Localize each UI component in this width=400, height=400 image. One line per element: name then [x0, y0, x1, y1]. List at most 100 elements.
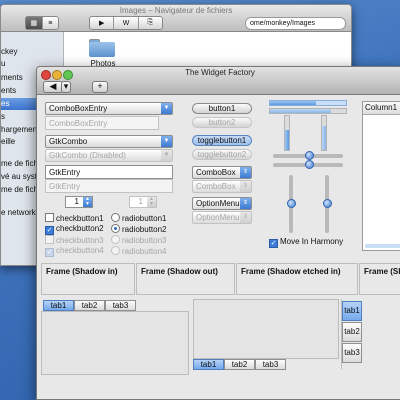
- checkbox-icon: [45, 235, 54, 244]
- move-in-harmony-check[interactable]: ✓ Move In Harmony: [269, 237, 344, 248]
- widget-factory-titlebar: The Widget Factory ◀ ▾ +: [37, 67, 400, 95]
- checkbox-icon[interactable]: [45, 213, 54, 222]
- togglebutton1[interactable]: togglebutton1: [192, 135, 252, 146]
- spin-value[interactable]: 1: [75, 197, 79, 206]
- combo-box-entry[interactable]: ComboBoxEntry ▼: [45, 102, 173, 115]
- optionmenu-disabled: OptionMenu ⇕: [192, 211, 252, 224]
- folder-icon[interactable]: [89, 39, 115, 57]
- combo-box-entry-disabled: ComboBoxEntry: [45, 116, 159, 130]
- window-title: The Widget Factory: [185, 68, 255, 77]
- chevron-down-icon: ⇕: [240, 212, 251, 223]
- tree-scrollbar[interactable]: [365, 244, 400, 248]
- radio-icon: [111, 235, 120, 244]
- vscale-knob[interactable]: [287, 199, 296, 208]
- combobox-disabled: ComboBox ⇕: [192, 180, 252, 193]
- checkbutton-label: checkbutton4: [56, 246, 104, 255]
- tree-view[interactable]: Column1: [362, 101, 400, 251]
- gtk-combo-disabled-text: GtkCombo (Disabled): [49, 151, 126, 160]
- play-icon[interactable]: ▶: [90, 17, 115, 29]
- optionmenu-text[interactable]: OptionMenu: [196, 199, 240, 208]
- tab-2-top[interactable]: tab2: [74, 300, 105, 311]
- chevron-down-icon[interactable]: ⇕: [240, 198, 251, 209]
- spin-button[interactable]: 1 ▲ ▼: [65, 196, 93, 208]
- checkbutton-label: checkbutton3: [56, 236, 104, 245]
- radiobutton1[interactable]: radiobutton1: [111, 213, 166, 223]
- frame-shadow-in: Frame (Shadow in): [41, 263, 135, 295]
- combobox-text[interactable]: ComboBox: [196, 168, 236, 177]
- radio-icon[interactable]: [111, 213, 120, 222]
- radio-icon: [111, 246, 120, 255]
- checkbox-checked-icon[interactable]: ✓: [45, 226, 54, 235]
- add-button[interactable]: +: [92, 81, 108, 93]
- button1[interactable]: button1: [192, 103, 252, 114]
- checkbutton2[interactable]: ✓ checkbutton2: [45, 224, 104, 235]
- slideshow-icon[interactable]: W: [114, 17, 139, 29]
- frame-label: Frame (Shadow etched in): [241, 267, 341, 276]
- stepper-icon[interactable]: ▲ ▼: [83, 197, 92, 207]
- toolbar-buttons: ▶ W ⎘: [89, 16, 163, 30]
- list-view-icon[interactable]: ≡: [43, 17, 59, 29]
- tab-3-side[interactable]: tab3: [342, 343, 362, 363]
- chevron-down-icon[interactable]: ⇕: [240, 167, 251, 178]
- checkbox-checked-icon[interactable]: ✓: [269, 239, 278, 248]
- horizontal-progressbar: [269, 100, 347, 106]
- icon-view-icon[interactable]: ▦: [26, 17, 43, 29]
- checkbutton-label: checkbutton1: [56, 214, 104, 223]
- optionmenu-disabled-text: OptionMenu: [196, 213, 240, 222]
- widget-factory-window: The Widget Factory ◀ ▾ + ComboBoxEntry ▼…: [36, 66, 400, 400]
- frame-label: Frame (Shadow out): [141, 267, 218, 276]
- hscale-knob-2[interactable]: [305, 160, 314, 169]
- tab-1-bottom[interactable]: tab1: [193, 359, 224, 370]
- gtk-entry[interactable]: GtkEntry: [45, 165, 173, 179]
- vertical-progressbar: [284, 115, 290, 151]
- radiobutton-label: radiobutton4: [122, 247, 167, 256]
- gtk-combo[interactable]: GtkCombo ▼: [45, 135, 173, 148]
- radiobutton-label: radiobutton2: [122, 225, 167, 234]
- edit-icon[interactable]: ⎘: [139, 17, 162, 29]
- view-switcher[interactable]: ▦ ≡: [25, 16, 59, 30]
- stepper-icon: ▲ ▼: [147, 197, 156, 207]
- tab-2-side[interactable]: tab2: [342, 322, 362, 342]
- tab-1-side[interactable]: tab1: [342, 301, 362, 321]
- checkbutton4: ✓ checkbutton4: [45, 246, 104, 257]
- sidebar-item[interactable]: ckey: [1, 46, 63, 58]
- combobox-disabled-text: ComboBox: [196, 182, 236, 191]
- togglebutton2: togglebutton2: [192, 149, 252, 160]
- gtk-combo-text[interactable]: GtkCombo: [49, 137, 87, 146]
- back-button[interactable]: ◀: [43, 81, 63, 93]
- spin-button-disabled: 1 ▲ ▼: [129, 196, 157, 208]
- chevron-down-icon[interactable]: ▼: [161, 136, 172, 147]
- gtk-combo-disabled: GtkCombo (Disabled) ▼: [45, 149, 173, 162]
- radiobutton2[interactable]: radiobutton2: [111, 224, 166, 234]
- tab-3-bottom[interactable]: tab3: [255, 359, 286, 370]
- checkbutton1[interactable]: checkbutton1: [45, 213, 104, 223]
- chevron-down-icon[interactable]: ▼: [161, 103, 172, 114]
- radiobutton4: radiobutton4: [111, 246, 166, 256]
- tab-2-bottom[interactable]: tab2: [224, 359, 255, 370]
- gtk-entry-disabled: GtkEntry: [45, 179, 173, 193]
- vscale-knob-2[interactable]: [323, 199, 332, 208]
- notebook-bottom-pane: [193, 299, 339, 359]
- vertical-progressbar-2: [321, 115, 327, 151]
- hscale-knob[interactable]: [305, 151, 314, 160]
- spin-disabled-value: 1: [138, 197, 143, 206]
- move-in-harmony-label: Move In Harmony: [280, 237, 344, 246]
- location-field[interactable]: ome/monkey/Images: [245, 17, 346, 30]
- radiobutton-label: radiobutton3: [122, 236, 167, 245]
- chevron-down-icon: ⇕: [240, 181, 251, 192]
- radio-selected-icon[interactable]: [111, 224, 120, 233]
- file-manager-titlebar: Images – Navigateur de fichiers ▦ ≡ ▶ W …: [1, 5, 351, 32]
- file-manager-title: Images – Navigateur de fichiers: [119, 6, 233, 15]
- frame-shadow-etched-out: Frame (Shado: [359, 263, 400, 295]
- optionmenu[interactable]: OptionMenu ⇕: [192, 197, 252, 210]
- column-header[interactable]: Column1: [363, 102, 400, 115]
- radiobutton3: radiobutton3: [111, 235, 166, 245]
- checkbutton3: checkbutton3: [45, 235, 104, 245]
- horizontal-progressbar-2: [269, 108, 347, 114]
- tab-1-top[interactable]: tab1: [43, 300, 74, 311]
- checkbox-checked-icon: ✓: [45, 248, 54, 257]
- combobox[interactable]: ComboBox ⇕: [192, 166, 252, 179]
- back-menu-button[interactable]: ▾: [61, 81, 71, 93]
- combo-box-entry-text[interactable]: ComboBoxEntry: [49, 104, 107, 113]
- tab-3-top[interactable]: tab3: [105, 300, 136, 311]
